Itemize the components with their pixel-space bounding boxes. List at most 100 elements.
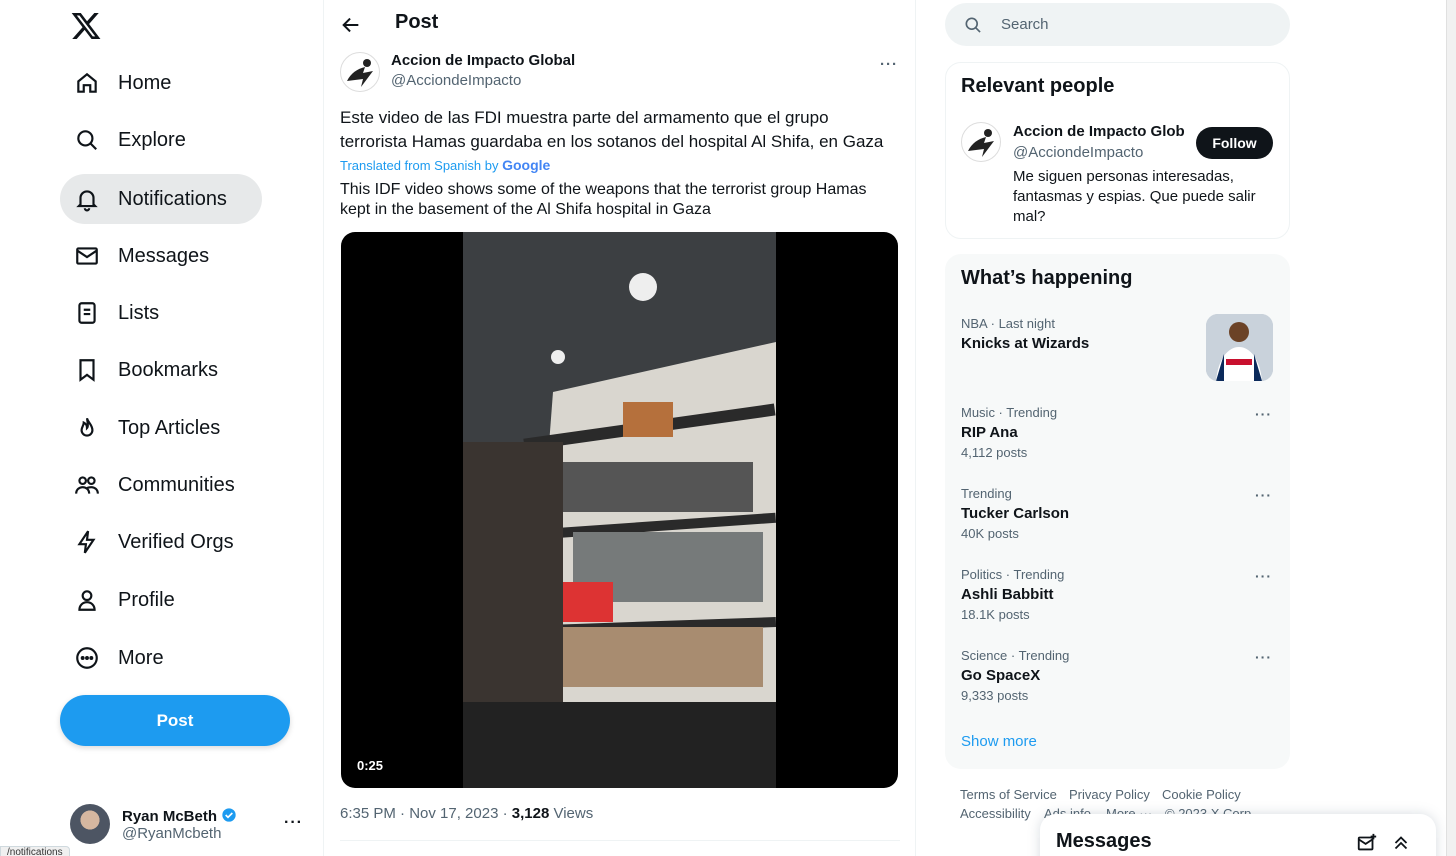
- search-icon: [965, 17, 981, 33]
- translation-attribution[interactable]: Translated from Spanish by Google: [340, 157, 550, 173]
- nav-item-notifications[interactable]: Notifications: [60, 174, 262, 224]
- trend-thumbnail: [1206, 314, 1273, 381]
- relevant-person-avatar[interactable]: [961, 122, 1001, 162]
- trend-item[interactable]: NBA · Last night Knicks at Wizards: [961, 316, 1089, 352]
- relevant-people-title: Relevant people: [961, 75, 1115, 97]
- post-meta: 6:35 PM · Nov 17, 2023 · 3,128 Views: [340, 805, 593, 822]
- nav-item-explore[interactable]: Explore: [60, 115, 200, 165]
- views-count: 3,128: [511, 805, 550, 822]
- new-message-icon[interactable]: [1356, 832, 1378, 854]
- relevant-person-name[interactable]: Accion de Impacto Global: [1013, 123, 1185, 140]
- account-more-icon[interactable]: ···: [284, 814, 303, 832]
- post-timestamp[interactable]: 6:35 PM · Nov 17, 2023 ·: [340, 805, 512, 822]
- tweet-more-icon[interactable]: ···: [880, 56, 898, 73]
- relevant-person-handle[interactable]: @AcciondeImpacto: [1013, 144, 1143, 161]
- trend-name: Go SpaceX: [961, 667, 1041, 684]
- verified-badge-icon: [222, 807, 236, 822]
- account-name: Ryan McBeth: [122, 807, 218, 825]
- trend-count: 4,112 posts: [961, 445, 1028, 460]
- nav-item-lists[interactable]: Lists: [60, 288, 173, 338]
- trend-item[interactable]: Music · Trending RIP Ana 4,112 posts: [961, 405, 1057, 460]
- author-handle[interactable]: @AcciondeImpacto: [391, 72, 521, 89]
- bookmark-icon: [79, 359, 95, 382]
- trend-more-icon[interactable]: ···: [1255, 487, 1272, 503]
- account-handle: @RyanMcbeth: [122, 824, 222, 842]
- bell-icon: [76, 190, 98, 212]
- expand-chevron-icon[interactable]: [1390, 832, 1412, 854]
- trend-item[interactable]: Trending Tucker Carlson 40K posts: [961, 486, 1069, 541]
- show-more-link[interactable]: Show more: [961, 733, 1037, 750]
- trend-count: 40K posts: [961, 526, 1019, 541]
- status-bar-url: /notifications: [0, 846, 70, 856]
- envelope-icon: [76, 247, 98, 265]
- basketball-player-image: [1206, 314, 1273, 381]
- account-name-row: Ryan McBeth: [122, 807, 237, 825]
- nav-item-verified-orgs[interactable]: Verified Orgs: [60, 517, 248, 567]
- trend-more-icon[interactable]: ···: [1255, 568, 1272, 584]
- nav-item-messages[interactable]: Messages: [60, 231, 223, 281]
- trend-name: Knicks at Wizards: [961, 335, 1090, 352]
- trend-count: 18.1K posts: [961, 607, 1030, 622]
- author-name[interactable]: Accion de Impacto Global: [391, 52, 575, 69]
- video-player[interactable]: 0:25: [341, 232, 898, 788]
- translated-label: Translated from Spanish by: [340, 158, 499, 173]
- list-icon: [78, 302, 96, 324]
- footer-link[interactable]: Privacy Policy: [1069, 787, 1150, 802]
- x-logo-icon[interactable]: [70, 10, 102, 42]
- views-label: Views: [549, 805, 594, 822]
- trend-more-icon[interactable]: ···: [1255, 649, 1272, 665]
- trend-meta: Science · Trending: [961, 648, 1070, 663]
- post-original-text: Este video de las FDI muestra parte del …: [340, 108, 884, 151]
- author-logo-icon: [968, 129, 994, 157]
- nav-item-more[interactable]: More: [60, 633, 178, 683]
- nav-item-bookmarks[interactable]: Bookmarks: [60, 345, 232, 395]
- left-sidebar: Home Explore Notifications Messages List…: [0, 0, 324, 856]
- trend-name: Ashli Babbitt: [961, 586, 1054, 603]
- trend-item[interactable]: Science · Trending Go SpaceX 9,333 posts: [961, 648, 1069, 703]
- trend-more-icon[interactable]: ···: [1255, 406, 1272, 422]
- trend-count: 9,333 posts: [961, 688, 1029, 703]
- author-logo-icon: [347, 59, 373, 87]
- trend-meta: Music · Trending: [961, 405, 1058, 420]
- back-arrow-icon[interactable]: [340, 14, 362, 36]
- nav-label: Explore: [118, 128, 186, 151]
- search-input[interactable]: [1001, 16, 1251, 33]
- search-bar[interactable]: [945, 3, 1290, 46]
- google-wordmark: Google: [502, 157, 551, 173]
- nav-item-communities[interactable]: Communities: [60, 460, 249, 510]
- nav-label: Communities: [118, 473, 235, 496]
- flame-icon: [80, 417, 94, 437]
- messages-drawer-title: Messages: [1056, 830, 1152, 852]
- post-button[interactable]: Post: [60, 695, 290, 746]
- user-avatar: [70, 804, 110, 844]
- nav-label: Lists: [118, 301, 160, 324]
- nav-label: More: [118, 646, 164, 669]
- nav-item-home[interactable]: Home: [60, 58, 185, 108]
- nav-item-top-articles[interactable]: Top Articles: [60, 403, 234, 453]
- nav-item-profile[interactable]: Profile: [60, 575, 189, 625]
- footer-link[interactable]: Accessibility: [960, 806, 1031, 821]
- trend-item[interactable]: Politics · Trending Ashli Babbitt 18.1K …: [961, 567, 1064, 622]
- nav-label: Notifications: [118, 187, 227, 210]
- footer-link[interactable]: Terms of Service: [960, 787, 1057, 802]
- trend-meta: Politics · Trending: [961, 567, 1065, 582]
- page-scrollbar[interactable]: [1446, 0, 1456, 856]
- nav-label: Home: [118, 71, 172, 94]
- footer-link[interactable]: Cookie Policy: [1162, 787, 1241, 802]
- lightning-icon: [77, 530, 96, 554]
- nav-label: Top Articles: [118, 416, 221, 439]
- relevant-person-bio: Me siguen personas interesadas, fantasma…: [1013, 168, 1256, 225]
- more-circle-icon: [76, 647, 98, 669]
- author-avatar[interactable]: [340, 52, 380, 92]
- trend-meta: NBA · Last night: [961, 316, 1055, 331]
- google-logo: Google: [502, 157, 550, 173]
- follow-button[interactable]: Follow: [1196, 127, 1273, 159]
- messages-drawer[interactable]: Messages: [1040, 814, 1436, 856]
- video-duration: 0:25: [357, 758, 384, 773]
- account-switcher[interactable]: Ryan McBeth @RyanMcbeth: [70, 800, 320, 848]
- divider: [340, 840, 900, 841]
- trend-name: RIP Ana: [961, 424, 1018, 441]
- search-icon: [77, 130, 97, 150]
- person-icon: [78, 590, 96, 611]
- nav-label: Verified Orgs: [118, 530, 234, 553]
